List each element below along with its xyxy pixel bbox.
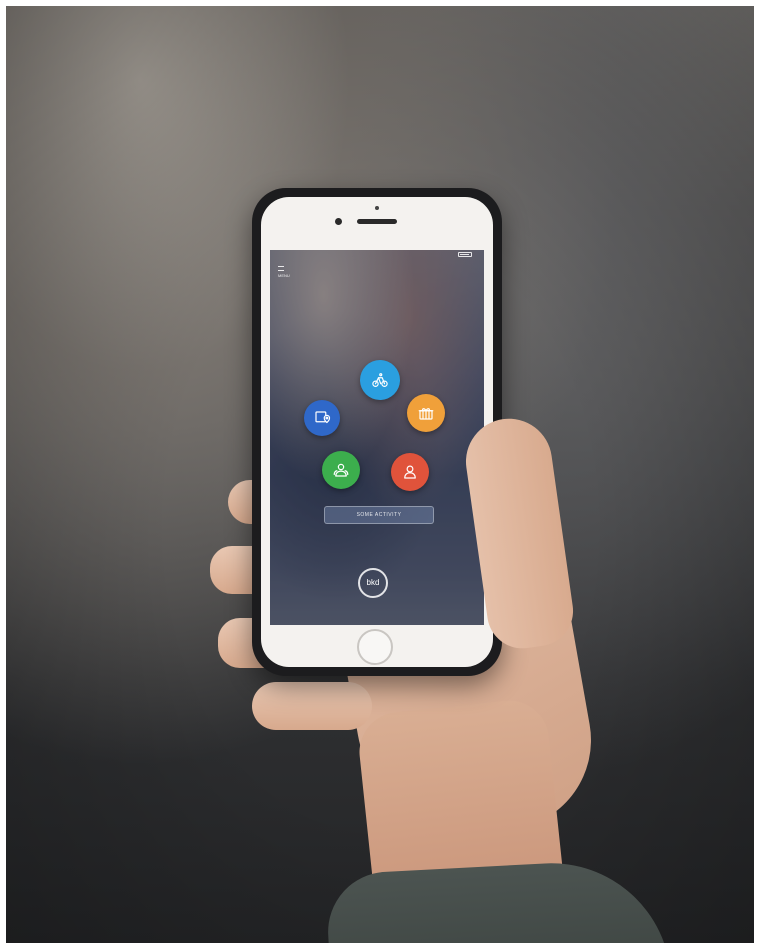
phone-front-panel: MENU SOME ACTIVITY bkd [261, 197, 493, 667]
phone-screen: MENU SOME ACTIVITY bkd [270, 250, 484, 625]
gift-icon [418, 408, 434, 420]
user-icon [404, 465, 416, 479]
status-bar [270, 250, 484, 260]
menu-button[interactable]: MENU [278, 266, 298, 284]
front-camera [335, 218, 342, 225]
brand-logo: bkd [358, 568, 388, 598]
activity-button[interactable]: SOME ACTIVITY [324, 506, 434, 524]
bike-action-button[interactable] [360, 360, 400, 400]
map-pin-icon [315, 411, 331, 424]
hamburger-icon [278, 266, 284, 271]
bike-icon [372, 373, 388, 387]
menu-label: MENU [278, 273, 290, 278]
smartphone: MENU SOME ACTIVITY bkd [252, 188, 502, 676]
battery-icon [458, 252, 472, 257]
home-button[interactable] [357, 629, 393, 665]
group-icon [333, 463, 349, 477]
photo-scene: MENU SOME ACTIVITY bkd [6, 6, 754, 943]
group-button[interactable] [322, 451, 360, 489]
finger-little [252, 682, 372, 730]
gift-button[interactable] [407, 394, 445, 432]
earpiece-speaker [357, 219, 397, 224]
map-location-button[interactable] [304, 400, 340, 436]
proximity-sensor [375, 206, 379, 210]
profile-button[interactable] [391, 453, 429, 491]
